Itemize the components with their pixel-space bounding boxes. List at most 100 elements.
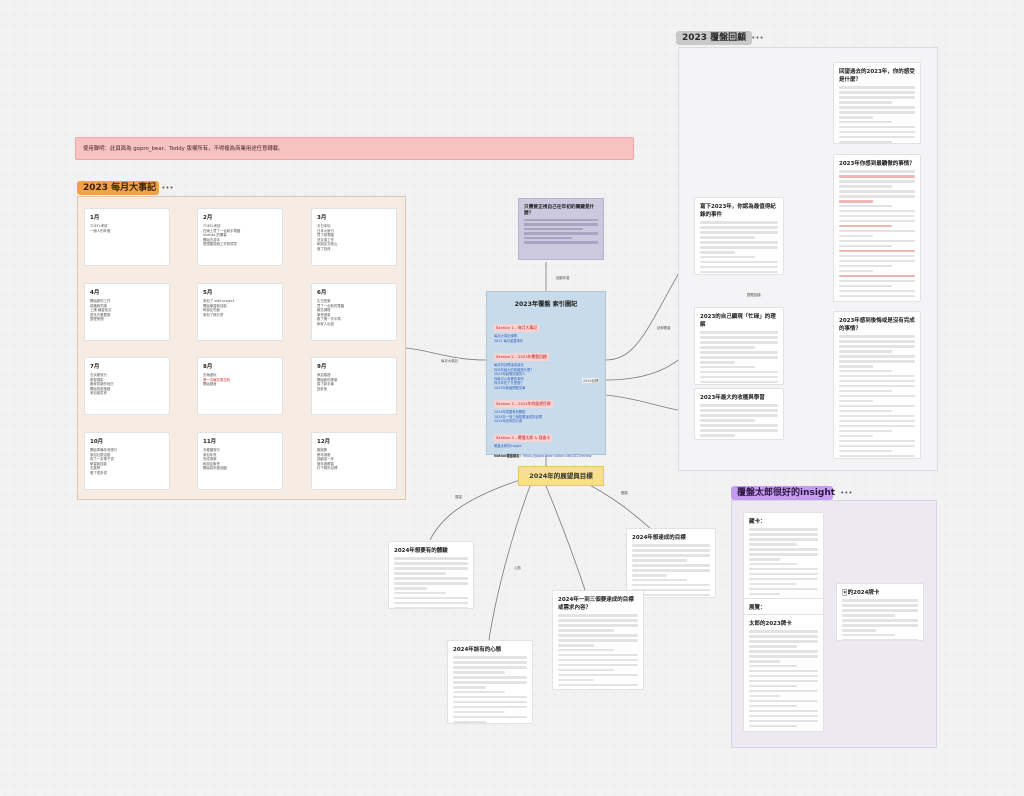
text-line <box>839 219 915 223</box>
text-line <box>839 274 915 278</box>
edge-goals-4 <box>488 485 531 641</box>
section-link[interactable]: 2024年該有的心態 <box>494 419 598 424</box>
text-line <box>453 656 527 659</box>
text-line <box>632 568 710 572</box>
usage-notice-banner: 使用聲明：此頁面為 gopro_bear、Teddy 版權所有，不得複為商業用途… <box>75 137 634 160</box>
text-line <box>749 557 781 561</box>
month-card[interactable]: 7月 去京都旅行 學習攝影 搬家到新的地方 開始寫部落格 參加讀書會 <box>84 357 170 415</box>
text-line <box>700 250 736 254</box>
edge-label: 每月大事記 <box>440 358 459 363</box>
section-link[interactable]: 2023 每月重要事件 <box>494 339 598 344</box>
month-card[interactable]: 9月 參加婚禮 開始新的專案 換了新手機 回老家 <box>311 357 397 415</box>
text-line <box>700 235 755 239</box>
note-card[interactable]: 🃏的2024牌卡 <box>836 583 924 641</box>
note-card[interactable]: 太郎的2023牌卡 <box>743 614 824 732</box>
text-line <box>749 634 818 638</box>
text-line <box>700 255 755 259</box>
index-card-footer: Notion覆盤模板：https://gopro-bear.notion.sit… <box>494 453 598 458</box>
text-line <box>453 695 527 699</box>
text-line <box>394 557 468 560</box>
text-line <box>453 715 527 719</box>
month-card[interactable]: 12月 聖誕節 跨年倒數 回顧這一年 做年度覆盤 訂下明年目標 <box>311 432 397 490</box>
section-link[interactable]: 2023年覆盤問題清單 <box>494 386 598 391</box>
text-line <box>558 683 638 687</box>
section-label: Section 3 – 2024年的展望目標 <box>494 400 553 408</box>
note-card[interactable]: 2024年一到三個要達成的目標或需求內容？ <box>552 590 644 690</box>
month-title: 8月 <box>203 364 213 370</box>
footer-link[interactable]: https://gopro-bear.notion.site/2023revie… <box>523 454 592 458</box>
purple-note-title: 只需要正視自己在年初的關鍵是什麼？ <box>524 205 595 216</box>
text-line <box>394 571 446 575</box>
section-label: Section 1 – 每月大事記 <box>494 324 540 332</box>
text-line <box>453 705 527 709</box>
text-line <box>524 223 598 226</box>
month-card[interactable]: 5月 參加了 side project 開始學習新技能 和朋友吃飯 參加了研討會 <box>197 283 283 341</box>
edge-goals-1 <box>429 479 521 541</box>
month-card[interactable]: 3月 去日本玩 日本大阪行 買了新電腦 決定換工作 和朋友去爬山 做了投資 <box>311 208 397 266</box>
month-title: 2月 <box>203 215 213 221</box>
note-card[interactable]: 寫下2023年，你認為最值得紀錄的事件 <box>694 197 784 275</box>
note-card[interactable]: 2024年該有的心態 <box>447 640 533 724</box>
text-line <box>839 364 874 368</box>
goals-2024-node[interactable]: 2024年的展望與目標 <box>518 466 604 486</box>
text-line <box>453 665 527 669</box>
text-line <box>749 654 818 658</box>
text-line <box>749 630 818 633</box>
monthly-section-tag[interactable]: 2023 每月大事記 ••• <box>77 181 174 195</box>
text-line <box>749 669 818 673</box>
more-options-icon[interactable]: ••• <box>751 34 763 42</box>
more-options-icon[interactable]: ••• <box>840 489 852 497</box>
text-line <box>839 269 874 273</box>
edge-label: 心態 <box>513 565 522 570</box>
note-card[interactable]: 2023的自己顯現「忙碌」的理解 <box>694 307 784 385</box>
text-line <box>842 623 918 627</box>
card-title: 藏卡： <box>749 519 766 525</box>
text-line <box>749 639 818 643</box>
text-line <box>839 184 893 188</box>
month-card[interactable]: 4月 開始新的工作 認識新同事 上課 練習英文 週末去看展覽 整理房間 <box>84 283 170 341</box>
card-title: 2023年最大的收穫與學習 <box>700 395 765 401</box>
more-options-icon[interactable]: ••• <box>161 184 173 192</box>
text-line <box>842 613 896 617</box>
month-card[interactable]: 11月 去韓國旅行 參加年會 完成專案 和朋友聚會 開始寫年度回顧 <box>197 432 283 490</box>
text-line <box>700 413 778 417</box>
purple-sticky-note[interactable]: 只需要正視自己在年初的關鍵是什麼？ <box>518 198 604 260</box>
text-line <box>839 379 915 383</box>
edge-goals-3 <box>545 485 586 591</box>
text-line <box>632 548 710 552</box>
text-line <box>839 229 915 233</box>
text-line <box>839 179 915 183</box>
text-line <box>700 355 778 359</box>
review-section-tag[interactable]: 2023 覆盤回顧 ••• <box>676 31 764 45</box>
text-line <box>839 335 915 338</box>
month-card[interactable]: 6月 生日快樂 買了一台新的電腦 報名課程 學會做菜 跑了第一次半馬 和家人出遊 <box>311 283 397 341</box>
note-card[interactable]: 2023年你感到最驕傲的事情？ <box>833 154 921 302</box>
text-line <box>632 558 687 562</box>
edge-label: 展望 <box>454 494 463 499</box>
note-card[interactable]: 2024年想達成的目標 <box>626 528 716 598</box>
text-line <box>749 562 798 566</box>
text-line <box>842 603 918 607</box>
note-card[interactable]: 藏卡： <box>743 512 824 602</box>
section-link[interactable]: 覆盤太郎的insight <box>494 444 598 449</box>
text-line <box>749 552 818 556</box>
insight-section-tag[interactable]: 覆盤太郎很好的insight ••• <box>731 486 852 500</box>
text-line <box>394 586 428 590</box>
month-title: 12月 <box>317 439 331 445</box>
edge-label: 整體回顧 <box>746 292 762 297</box>
month-card[interactable]: 10月 開始準備年底旅行 參加社群活動 寫了一本電子書 學習新技能 去露營 看了很多書 <box>84 432 170 490</box>
index-card[interactable]: 2023年覆盤 索引圖記 Section 1 – 每月大事記 每月大事記總覽 202… <box>486 291 606 458</box>
month-card[interactable]: 1月 TOEFL考試 一個人的年假 <box>84 208 170 266</box>
text-line <box>839 409 893 413</box>
note-card[interactable]: 回望過去的2023年，你的感受是什麼？ <box>833 62 921 144</box>
text-line <box>558 638 638 642</box>
note-card[interactable]: 2023年感到後悔或是沒有完成的事情？ <box>833 311 921 459</box>
text-line <box>700 408 778 412</box>
month-card[interactable]: 2月 TOEFL考試 在線上買了一台新手電腦 Vuellaa 的開幕 開始去游泳 想想要換… <box>197 208 283 266</box>
note-card[interactable]: 2024年想要有的體驗 <box>388 541 474 609</box>
note-card[interactable]: 2023年最大的收穫與學習 <box>694 388 784 440</box>
text-line <box>453 710 505 714</box>
month-event: 看了很多書 <box>90 470 107 475</box>
month-card[interactable]: 8月 去海邊玩 第一次報名馬拉松 開始健身 <box>197 357 283 415</box>
text-line <box>394 606 468 608</box>
